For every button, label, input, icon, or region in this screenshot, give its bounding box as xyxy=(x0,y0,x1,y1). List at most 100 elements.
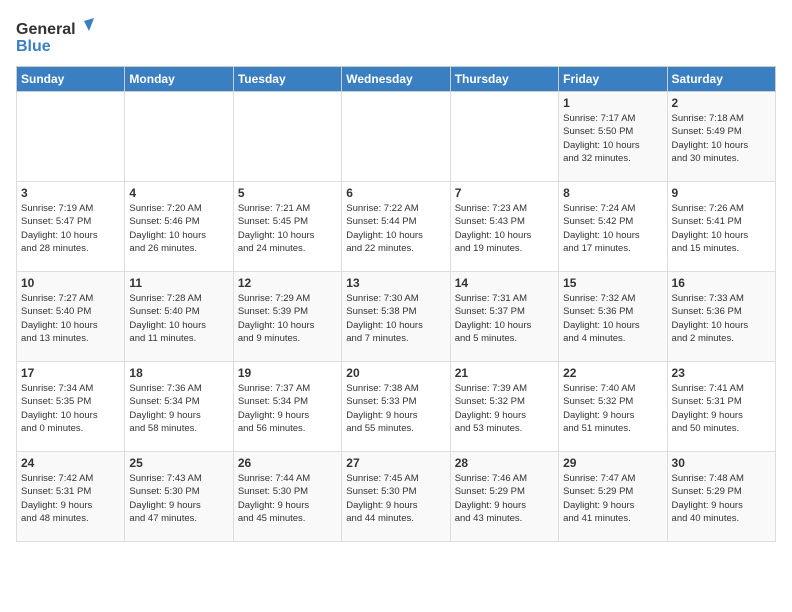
svg-text:Blue: Blue xyxy=(16,38,51,55)
day-cell: 11 Sunrise: 7:28 AM Sunset: 5:40 PM Dayli… xyxy=(125,272,233,362)
day-info: Sunrise: 7:47 AM Sunset: 5:29 PM Dayligh… xyxy=(563,472,662,525)
day-number: 23 xyxy=(672,366,771,380)
day-cell: 16 Sunrise: 7:33 AM Sunset: 5:36 PM Dayli… xyxy=(667,272,775,362)
day-info: Sunrise: 7:17 AM Sunset: 5:50 PM Dayligh… xyxy=(563,112,662,165)
day-cell: 28Sunrise: 7:46 AM Sunset: 5:29 PM Dayli… xyxy=(450,452,558,542)
day-cell: 19 Sunrise: 7:37 AM Sunset: 5:34 PM Dayli… xyxy=(233,362,341,452)
svg-text:General: General xyxy=(16,21,76,38)
day-number: 17 xyxy=(21,366,120,380)
day-cell: 29 Sunrise: 7:47 AM Sunset: 5:29 PM Dayli… xyxy=(559,452,667,542)
day-number: 10 xyxy=(21,276,120,290)
day-number: 9 xyxy=(672,186,771,200)
day-info: Sunrise: 7:39 AM Sunset: 5:32 PM Dayligh… xyxy=(455,382,554,435)
day-number: 7 xyxy=(455,186,554,200)
col-header-thursday: Thursday xyxy=(450,67,558,92)
day-cell xyxy=(125,92,233,182)
day-number: 13 xyxy=(346,276,445,290)
day-number: 6 xyxy=(346,186,445,200)
col-header-friday: Friday xyxy=(559,67,667,92)
day-number: 25 xyxy=(129,456,228,470)
day-info: Sunrise: 7:40 AM Sunset: 5:32 PM Dayligh… xyxy=(563,382,662,435)
day-info: Sunrise: 7:26 AM Sunset: 5:41 PM Dayligh… xyxy=(672,202,771,255)
day-number: 4 xyxy=(129,186,228,200)
day-info: Sunrise: 7:29 AM Sunset: 5:39 PM Dayligh… xyxy=(238,292,337,345)
day-number: 26 xyxy=(238,456,337,470)
day-info: Sunrise: 7:43 AM Sunset: 5:30 PM Dayligh… xyxy=(129,472,228,525)
day-info: Sunrise: 7:22 AM Sunset: 5:44 PM Dayligh… xyxy=(346,202,445,255)
day-number: 8 xyxy=(563,186,662,200)
day-info: Sunrise: 7:21 AM Sunset: 5:45 PM Dayligh… xyxy=(238,202,337,255)
col-header-sunday: Sunday xyxy=(17,67,125,92)
day-info: Sunrise: 7:31 AM Sunset: 5:37 PM Dayligh… xyxy=(455,292,554,345)
day-cell: 4Sunrise: 7:20 AM Sunset: 5:46 PM Daylig… xyxy=(125,182,233,272)
day-cell: 5 Sunrise: 7:21 AM Sunset: 5:45 PM Daylig… xyxy=(233,182,341,272)
day-cell: 17 Sunrise: 7:34 AM Sunset: 5:35 PM Dayli… xyxy=(17,362,125,452)
day-cell: 22 Sunrise: 7:40 AM Sunset: 5:32 PM Dayli… xyxy=(559,362,667,452)
day-number: 11 xyxy=(129,276,228,290)
day-cell: 14Sunrise: 7:31 AM Sunset: 5:37 PM Dayli… xyxy=(450,272,558,362)
day-number: 12 xyxy=(238,276,337,290)
week-row-1: 1 Sunrise: 7:17 AM Sunset: 5:50 PM Daylig… xyxy=(17,92,776,182)
day-cell xyxy=(342,92,450,182)
day-number: 16 xyxy=(672,276,771,290)
day-number: 20 xyxy=(346,366,445,380)
week-row-5: 24 Sunrise: 7:42 AM Sunset: 5:31 PM Dayli… xyxy=(17,452,776,542)
day-number: 21 xyxy=(455,366,554,380)
day-info: Sunrise: 7:37 AM Sunset: 5:34 PM Dayligh… xyxy=(238,382,337,435)
day-number: 5 xyxy=(238,186,337,200)
logo-svg: GeneralBlue xyxy=(16,16,96,56)
week-row-3: 10 Sunrise: 7:27 AM Sunset: 5:40 PM Dayli… xyxy=(17,272,776,362)
day-cell xyxy=(17,92,125,182)
day-number: 24 xyxy=(21,456,120,470)
day-cell: 26 Sunrise: 7:44 AM Sunset: 5:30 PM Dayli… xyxy=(233,452,341,542)
day-cell: 10 Sunrise: 7:27 AM Sunset: 5:40 PM Dayli… xyxy=(17,272,125,362)
page-header: GeneralBlue xyxy=(16,16,776,56)
day-number: 1 xyxy=(563,96,662,110)
day-cell: 24 Sunrise: 7:42 AM Sunset: 5:31 PM Dayli… xyxy=(17,452,125,542)
day-info: Sunrise: 7:34 AM Sunset: 5:35 PM Dayligh… xyxy=(21,382,120,435)
day-info: Sunrise: 7:27 AM Sunset: 5:40 PM Dayligh… xyxy=(21,292,120,345)
day-cell: 20 Sunrise: 7:38 AM Sunset: 5:33 PM Dayli… xyxy=(342,362,450,452)
day-info: Sunrise: 7:23 AM Sunset: 5:43 PM Dayligh… xyxy=(455,202,554,255)
day-number: 3 xyxy=(21,186,120,200)
day-cell: 27Sunrise: 7:45 AM Sunset: 5:30 PM Dayli… xyxy=(342,452,450,542)
day-info: Sunrise: 7:36 AM Sunset: 5:34 PM Dayligh… xyxy=(129,382,228,435)
day-cell: 8 Sunrise: 7:24 AM Sunset: 5:42 PM Daylig… xyxy=(559,182,667,272)
week-row-2: 3Sunrise: 7:19 AM Sunset: 5:47 PM Daylig… xyxy=(17,182,776,272)
col-header-monday: Monday xyxy=(125,67,233,92)
day-cell xyxy=(233,92,341,182)
day-number: 19 xyxy=(238,366,337,380)
day-cell: 9 Sunrise: 7:26 AM Sunset: 5:41 PM Daylig… xyxy=(667,182,775,272)
day-number: 18 xyxy=(129,366,228,380)
day-cell: 3Sunrise: 7:19 AM Sunset: 5:47 PM Daylig… xyxy=(17,182,125,272)
day-info: Sunrise: 7:48 AM Sunset: 5:29 PM Dayligh… xyxy=(672,472,771,525)
day-number: 30 xyxy=(672,456,771,470)
day-cell: 18 Sunrise: 7:36 AM Sunset: 5:34 PM Dayli… xyxy=(125,362,233,452)
day-cell xyxy=(450,92,558,182)
day-cell: 23 Sunrise: 7:41 AM Sunset: 5:31 PM Dayli… xyxy=(667,362,775,452)
day-info: Sunrise: 7:32 AM Sunset: 5:36 PM Dayligh… xyxy=(563,292,662,345)
col-header-tuesday: Tuesday xyxy=(233,67,341,92)
day-info: Sunrise: 7:24 AM Sunset: 5:42 PM Dayligh… xyxy=(563,202,662,255)
day-number: 29 xyxy=(563,456,662,470)
day-cell: 21 Sunrise: 7:39 AM Sunset: 5:32 PM Dayli… xyxy=(450,362,558,452)
day-info: Sunrise: 7:30 AM Sunset: 5:38 PM Dayligh… xyxy=(346,292,445,345)
calendar-header-row: SundayMondayTuesdayWednesdayThursdayFrid… xyxy=(17,67,776,92)
col-header-wednesday: Wednesday xyxy=(342,67,450,92)
day-info: Sunrise: 7:41 AM Sunset: 5:31 PM Dayligh… xyxy=(672,382,771,435)
day-cell: 30 Sunrise: 7:48 AM Sunset: 5:29 PM Dayli… xyxy=(667,452,775,542)
day-info: Sunrise: 7:28 AM Sunset: 5:40 PM Dayligh… xyxy=(129,292,228,345)
calendar-body: 1 Sunrise: 7:17 AM Sunset: 5:50 PM Daylig… xyxy=(17,92,776,542)
day-info: Sunrise: 7:33 AM Sunset: 5:36 PM Dayligh… xyxy=(672,292,771,345)
day-cell: 25 Sunrise: 7:43 AM Sunset: 5:30 PM Dayli… xyxy=(125,452,233,542)
day-number: 15 xyxy=(563,276,662,290)
day-cell: 7 Sunrise: 7:23 AM Sunset: 5:43 PM Daylig… xyxy=(450,182,558,272)
day-info: Sunrise: 7:38 AM Sunset: 5:33 PM Dayligh… xyxy=(346,382,445,435)
day-number: 22 xyxy=(563,366,662,380)
day-cell: 12 Sunrise: 7:29 AM Sunset: 5:39 PM Dayli… xyxy=(233,272,341,362)
day-cell: 15 Sunrise: 7:32 AM Sunset: 5:36 PM Dayli… xyxy=(559,272,667,362)
day-info: Sunrise: 7:42 AM Sunset: 5:31 PM Dayligh… xyxy=(21,472,120,525)
day-cell: 1 Sunrise: 7:17 AM Sunset: 5:50 PM Daylig… xyxy=(559,92,667,182)
logo: GeneralBlue xyxy=(16,16,96,56)
day-info: Sunrise: 7:44 AM Sunset: 5:30 PM Dayligh… xyxy=(238,472,337,525)
